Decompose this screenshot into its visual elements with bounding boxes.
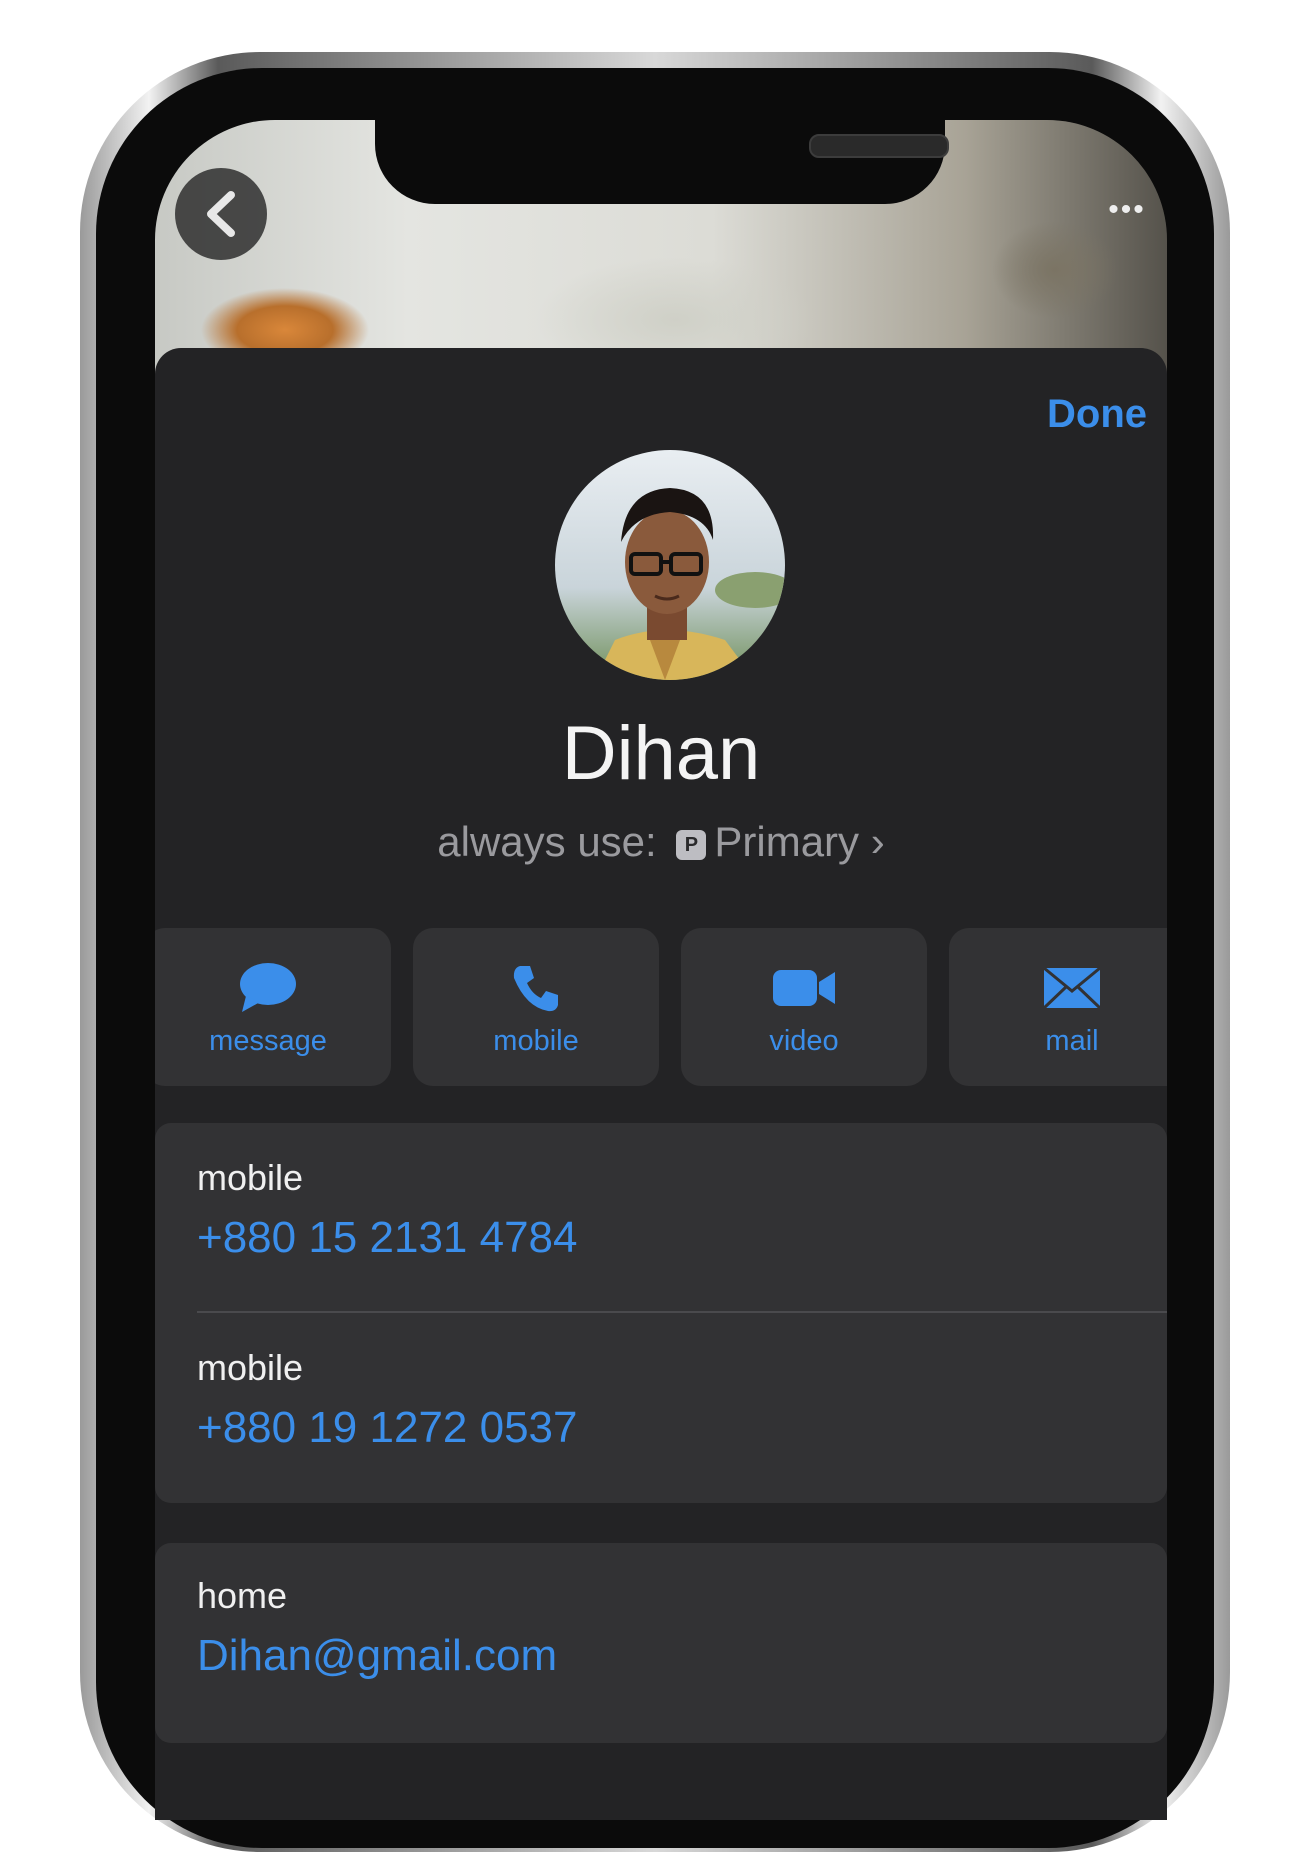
contact-name: Dihan [561,711,761,796]
action-buttons: message mobile video mail [155,928,1167,1086]
action-label: mail [1045,1024,1099,1057]
email-card: home Dihan@gmail.com [155,1543,1167,1743]
video-camera-icon [773,969,835,1006]
ellipsis-icon: ••• [1108,193,1146,226]
chevron-right-icon: › [870,818,885,865]
message-button[interactable]: message [155,928,391,1086]
always-use-selector[interactable]: always use: P Primary › [155,818,1167,866]
avatar [555,450,785,680]
phone-label: mobile [197,1157,304,1198]
notch [375,120,949,204]
email-address[interactable]: Dihan@gmail.com [197,1631,1167,1681]
call-mobile-button[interactable]: mobile [413,928,659,1086]
email-label: home [197,1575,288,1616]
envelope-icon [1042,966,1102,1009]
chevron-left-icon [207,191,235,237]
phone-icon [513,965,558,1011]
done-button[interactable]: Done [1047,392,1147,437]
always-use-prefix: always use: [437,818,657,865]
screen: ••• Done Dihan always use: P Primary › m… [155,120,1167,1820]
phone-row[interactable]: mobile +880 15 2131 4784 [155,1123,1167,1313]
message-bubble-icon [240,962,296,1012]
phone-number[interactable]: +880 15 2131 4784 [197,1213,1167,1263]
contact-sheet: Done Dihan always use: P Primary › messa… [155,348,1167,1820]
action-label: mobile [493,1024,579,1057]
more-button[interactable]: ••• [1097,190,1157,230]
phone-label: mobile [197,1347,304,1388]
action-label: message [209,1024,327,1057]
phone-number[interactable]: +880 19 1272 0537 [197,1403,1167,1453]
action-label: video [769,1024,839,1057]
speaker-grille [809,134,949,158]
back-button[interactable] [175,168,267,260]
phone-row[interactable]: mobile +880 19 1272 0537 [155,1313,1167,1503]
video-button[interactable]: video [681,928,927,1086]
phone-numbers-card: mobile +880 15 2131 4784 mobile +880 19 … [155,1123,1167,1503]
primary-line-badge: P [676,830,707,860]
always-use-value: Primary [714,818,860,865]
email-row[interactable]: home Dihan@gmail.com [155,1543,1167,1743]
mail-button[interactable]: mail [949,928,1167,1086]
